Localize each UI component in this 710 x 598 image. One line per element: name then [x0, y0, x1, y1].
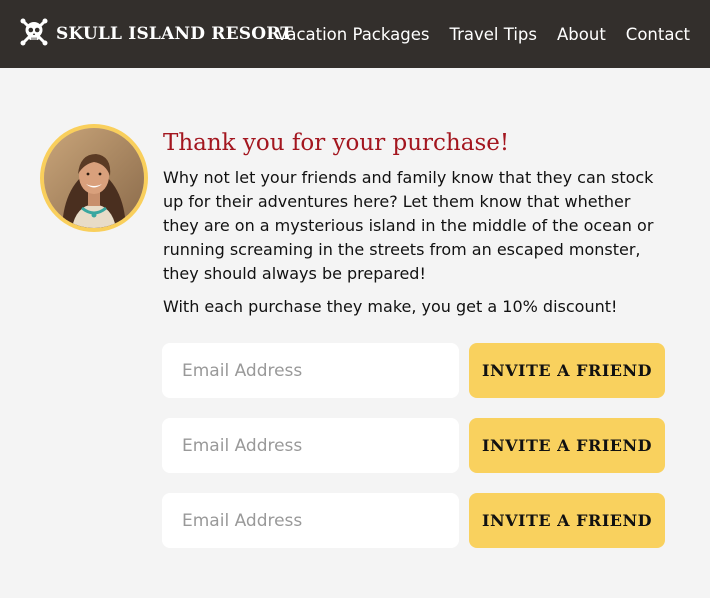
- invite-form-3: INVITE A FRIEND: [162, 493, 666, 548]
- nav-link-vacation-packages[interactable]: Vacation Packages: [276, 25, 429, 44]
- main-nav: Vacation Packages Travel Tips About Cont…: [276, 0, 690, 68]
- invite-description: Why not let your friends and family know…: [163, 168, 654, 283]
- invite-form-1: INVITE A FRIEND: [162, 343, 666, 398]
- thank-you-message: Thank you for your purchase! Why not let…: [163, 128, 673, 319]
- customer-avatar: [40, 124, 148, 232]
- brand-logo-link[interactable]: SKULL ISLAND RESORT: [18, 17, 293, 51]
- email-field[interactable]: [162, 418, 459, 473]
- invite-friend-button[interactable]: INVITE A FRIEND: [469, 418, 665, 473]
- email-field[interactable]: [162, 343, 459, 398]
- discount-note: With each purchase they make, you get a …: [163, 297, 618, 316]
- invite-form-2: INVITE A FRIEND: [162, 418, 666, 473]
- invite-friend-button[interactable]: INVITE A FRIEND: [469, 493, 665, 548]
- nav-link-contact[interactable]: Contact: [626, 25, 690, 44]
- invite-friend-button[interactable]: INVITE A FRIEND: [469, 343, 665, 398]
- brand-name: SKULL ISLAND RESORT: [56, 24, 294, 44]
- skull-crossbones-icon: [18, 16, 50, 53]
- page-title: Thank you for your purchase!: [163, 130, 510, 156]
- top-navbar: SKULL ISLAND RESORT Vacation Packages Tr…: [0, 0, 710, 68]
- nav-link-about[interactable]: About: [557, 25, 606, 44]
- email-field[interactable]: [162, 493, 459, 548]
- nav-link-travel-tips[interactable]: Travel Tips: [449, 25, 537, 44]
